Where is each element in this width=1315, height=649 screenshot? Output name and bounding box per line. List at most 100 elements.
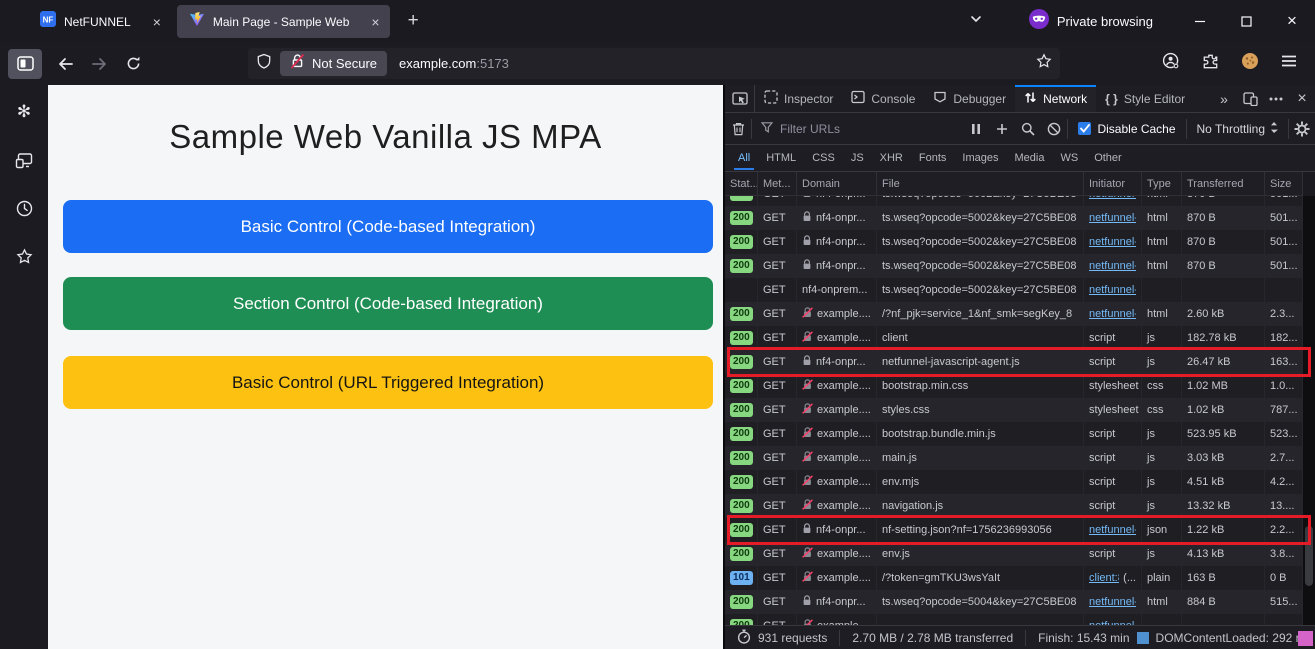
pick-element-icon[interactable] xyxy=(725,85,755,112)
devtools-scrollbar[interactable] xyxy=(1303,196,1315,625)
devtools-tab-console[interactable]: Console xyxy=(842,85,924,112)
table-row[interactable]: 200 GET nf4-onpr... netfunnel-javascript-ag… xyxy=(725,350,1303,374)
filter-chip-media[interactable]: Media xyxy=(1007,147,1051,170)
basic-control-url-button[interactable]: Basic Control (URL Triggered Integration… xyxy=(63,356,713,409)
tab-close-icon[interactable]: × xyxy=(153,15,161,29)
devtools-close-icon[interactable]: × xyxy=(1289,85,1315,113)
column-header[interactable]: Stat... xyxy=(725,172,758,195)
table-row[interactable]: 200 GET nf4-onpr... nf-setting.json?nf=1756… xyxy=(725,518,1303,542)
filter-chip-xhr[interactable]: XHR xyxy=(873,147,910,170)
add-icon[interactable] xyxy=(989,113,1015,145)
block-icon[interactable] xyxy=(1041,113,1067,145)
not-secure-chip[interactable]: Not Secure xyxy=(280,51,388,76)
maximize-button[interactable] xyxy=(1223,0,1269,42)
size-cell xyxy=(1265,614,1303,625)
sidebar-toggle-button[interactable] xyxy=(8,48,42,79)
filter-chip-all[interactable]: All xyxy=(731,147,757,170)
disable-cache-checkbox[interactable] xyxy=(1078,122,1092,135)
network-settings-gear-icon[interactable] xyxy=(1289,113,1315,145)
disable-cache-group[interactable]: Disable Cache xyxy=(1068,122,1185,136)
devtools-menu-icon[interactable] xyxy=(1263,85,1289,113)
url-bar[interactable]: Not Secure example.com:5173 xyxy=(248,48,1060,79)
initiator-link[interactable]: netfunnel-v... xyxy=(1089,260,1136,272)
table-row[interactable]: 200 GET nf4-onpr... ts.wseq?opcode=5002&key… xyxy=(725,254,1303,278)
pause-icon[interactable] xyxy=(963,113,989,145)
forward-button[interactable] xyxy=(82,49,116,79)
column-header[interactable]: File xyxy=(877,172,1084,195)
table-row[interactable]: 200 GET example.... bootstrap.bundle.min.js… xyxy=(725,422,1303,446)
initiator-link[interactable]: netfunnel-v... xyxy=(1089,308,1136,320)
table-row[interactable]: 200 GET nf4-onpr... ts.wseq?opcode=5004&key… xyxy=(725,590,1303,614)
filter-chip-js[interactable]: JS xyxy=(844,147,871,170)
extensions-puzzle-icon[interactable] xyxy=(1202,53,1219,75)
close-button[interactable]: × xyxy=(1269,0,1315,42)
browser-tab[interactable]: Main Page - Sample Web × xyxy=(176,5,390,38)
responsive-design-icon[interactable] xyxy=(1237,85,1263,113)
initiator-link[interactable]: netfunnel-v... xyxy=(1089,196,1136,200)
back-button[interactable] xyxy=(48,49,82,79)
table-row[interactable]: 200 GET example.... navigation.js script js 13… xyxy=(725,494,1303,518)
reload-button[interactable] xyxy=(116,49,150,79)
column-header[interactable]: Domain xyxy=(797,172,877,195)
filter-urls-input[interactable] xyxy=(780,121,964,136)
shield-icon[interactable] xyxy=(256,53,272,75)
clear-requests-trash-icon[interactable] xyxy=(725,113,751,145)
filter-chip-fonts[interactable]: Fonts xyxy=(912,147,954,170)
devtools-tab-style-editor[interactable]: { } Style Editor xyxy=(1096,85,1194,112)
scrollbar-thumb[interactable] xyxy=(1305,526,1313,586)
initiator-link[interactable]: client:802 xyxy=(1089,572,1119,584)
initiator-link[interactable]: netfunnel-v... xyxy=(1089,212,1136,224)
column-header[interactable]: Size xyxy=(1265,172,1303,195)
new-tab-button[interactable]: + xyxy=(396,10,431,32)
table-row[interactable]: 200GETexample.... netfunnel-... xyxy=(725,614,1303,625)
bookmark-star-icon[interactable] xyxy=(1036,53,1052,74)
account-icon[interactable] xyxy=(1162,52,1180,75)
table-row[interactable]: 200 GET example.... main.js script js 3.03 kB 2… xyxy=(725,446,1303,470)
sidebar-history-icon[interactable] xyxy=(9,195,39,221)
sidebar-ai-chat-icon[interactable]: ✻ xyxy=(9,99,39,125)
table-row[interactable]: 200 GET nf4-onpr... ts.wseq?opcode=5002&key… xyxy=(725,206,1303,230)
sidebar-synced-tabs-icon[interactable] xyxy=(9,147,39,173)
network-table-viewport[interactable]: 200 GET nf4-onpr... ts.wseq?opcode=5002&key… xyxy=(725,196,1303,625)
filter-chip-html[interactable]: HTML xyxy=(759,147,803,170)
table-row[interactable]: 200 GET example.... /?nf_pjk=service_1&nf_s… xyxy=(725,302,1303,326)
table-row[interactable]: 200 GET example.... client script js 182.78 kB… xyxy=(725,326,1303,350)
transferred-cell xyxy=(1182,614,1265,625)
requests-count-segment[interactable]: 931 requests xyxy=(725,629,839,646)
table-row[interactable]: 200 GET example.... env.mjs script js 4.51 kB 4… xyxy=(725,470,1303,494)
table-row[interactable]: GET nf4-onprem... ts.wseq?opcode=5002&key=… xyxy=(725,278,1303,302)
list-tabs-chevron-icon[interactable] xyxy=(969,12,983,31)
menu-hamburger-icon[interactable] xyxy=(1281,54,1297,73)
initiator-link[interactable]: netfunnel-v... xyxy=(1089,284,1136,296)
section-control-code-button[interactable]: Section Control (Code-based Integration) xyxy=(63,277,713,330)
more-tabs-chevrons-icon[interactable]: » xyxy=(1211,85,1237,113)
devtools-tab-network[interactable]: Network xyxy=(1015,85,1097,112)
table-row[interactable]: 101 GET example..../?token=gmTKU3wsYaIt cli… xyxy=(725,566,1303,590)
column-header[interactable]: Transferred xyxy=(1182,172,1265,195)
sidebar-bookmarks-icon[interactable] xyxy=(9,243,39,269)
cookie-extension-icon[interactable] xyxy=(1241,52,1259,75)
devtools-tab-debugger[interactable]: Debugger xyxy=(924,85,1015,112)
minimize-button[interactable] xyxy=(1177,0,1223,42)
browser-tab[interactable]: NF NetFUNNEL × xyxy=(28,5,171,38)
table-row[interactable]: 200 GET example.... bootstrap.min.css styles… xyxy=(725,374,1303,398)
filter-chip-css[interactable]: CSS xyxy=(805,147,842,170)
table-row[interactable]: 200 GET nf4-onpr... ts.wseq?opcode=5002&key… xyxy=(725,230,1303,254)
column-header[interactable]: Initiator xyxy=(1084,172,1142,195)
initiator-link[interactable]: netfunnel-j... xyxy=(1089,524,1136,536)
initiator-link[interactable]: netfunnel-v... xyxy=(1089,236,1136,248)
basic-control-code-button[interactable]: Basic Control (Code-based Integration) xyxy=(63,200,713,253)
column-header[interactable]: Met... xyxy=(758,172,797,195)
tab-close-icon[interactable]: × xyxy=(371,15,379,29)
search-icon[interactable] xyxy=(1015,113,1041,145)
filter-chip-ws[interactable]: WS xyxy=(1053,147,1085,170)
filter-chip-other[interactable]: Other xyxy=(1087,147,1129,170)
table-row[interactable]: 200 GET nf4-onpr... ts.wseq?opcode=5002&key… xyxy=(725,196,1303,206)
table-row[interactable]: 200 GET example.... styles.css stylesheet css… xyxy=(725,398,1303,422)
filter-chip-images[interactable]: Images xyxy=(955,147,1005,170)
devtools-tab-inspector[interactable]: Inspector xyxy=(755,85,842,112)
table-row[interactable]: 200 GET example.... env.js script js 4.13 kB 3.… xyxy=(725,542,1303,566)
throttling-dropdown[interactable]: No Throttling xyxy=(1187,121,1288,137)
column-header[interactable]: Type xyxy=(1142,172,1182,195)
initiator-link[interactable]: netfunnel-j... xyxy=(1089,596,1136,608)
